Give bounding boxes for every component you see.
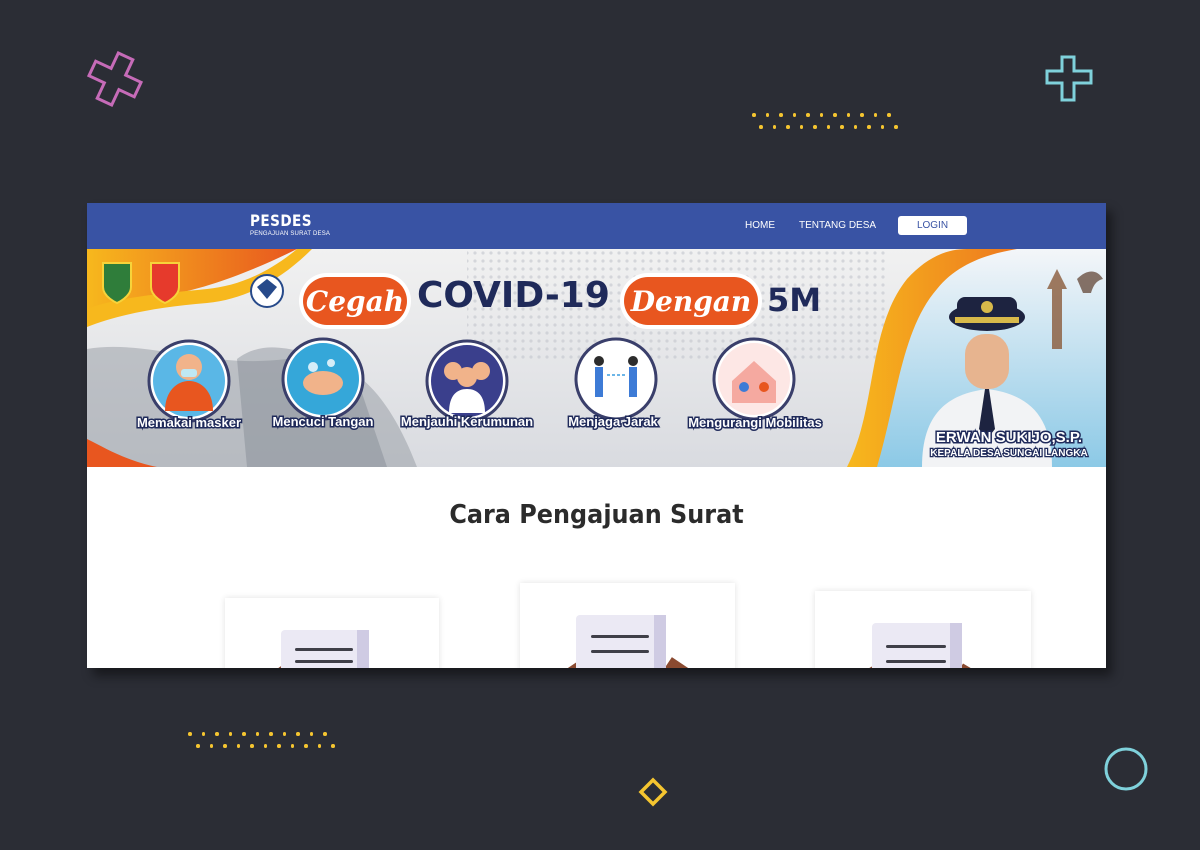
headline-covid: COVID-19 xyxy=(417,275,610,316)
official-name: ERWAN SUKIJO,S.P. xyxy=(936,429,1082,446)
measure-cuci-tangan xyxy=(281,337,365,421)
dots-decoration-bottom-2 xyxy=(196,744,335,748)
nav-link-tentang-desa[interactable]: TENTANG DESA xyxy=(799,220,876,231)
website-screenshot: PESDES PENGAJUAN SURAT DESA HOME TENTANG… xyxy=(87,203,1106,668)
cyan-circle-decoration xyxy=(1104,747,1148,791)
document-icon xyxy=(278,630,369,668)
pink-cross-decoration xyxy=(86,50,144,108)
dots-decoration-top-2 xyxy=(759,125,898,129)
step-card-2[interactable] xyxy=(520,583,735,668)
brand-subtitle: PENGAJUAN SURAT DESA xyxy=(250,231,331,237)
measure-label-masker: Memakai masker xyxy=(137,415,241,430)
cyan-cross-decoration xyxy=(1045,55,1093,102)
measure-label-cuci-tangan: Mencuci Tangan xyxy=(273,414,374,429)
dots-decoration-top xyxy=(752,113,891,117)
headline-dengan: Dengan xyxy=(630,285,752,318)
nav-link-home[interactable]: HOME xyxy=(745,220,775,231)
navbar: PESDES PENGAJUAN SURAT DESA HOME TENTANG… xyxy=(87,203,1106,249)
section-title: Cara Pengajuan Surat xyxy=(449,500,744,530)
brand-name: PESDES xyxy=(250,211,312,230)
yellow-diamond-decoration xyxy=(638,777,668,807)
headline-5m: 5M xyxy=(767,281,821,319)
measure-label-kerumunan: Menjauhi Kerumunan xyxy=(401,414,533,429)
measure-masker xyxy=(147,339,231,423)
headline-cegah: Cegah xyxy=(306,285,404,318)
measure-jaga-jarak xyxy=(574,337,658,421)
measure-mobilitas xyxy=(712,337,796,421)
step-card-3[interactable] xyxy=(815,591,1031,668)
measure-label-mobilitas: Mengurangi Mobilitas xyxy=(688,415,822,430)
covid-banner: Cegah COVID-19 Dengan 5M Memakai masker … xyxy=(87,249,1106,467)
measure-label-jaga-jarak: Menjaga Jarak xyxy=(568,414,658,429)
step-card-1[interactable] xyxy=(225,598,439,668)
login-button[interactable]: LOGIN xyxy=(898,216,967,235)
covid-task-force-logo xyxy=(250,274,284,308)
brand-logo[interactable]: PESDES PENGAJUAN SURAT DESA xyxy=(250,211,331,238)
measure-kerumunan xyxy=(425,339,509,423)
document-icon xyxy=(567,615,689,668)
official-title: KEPALA DESA SUNGAI LANGKA xyxy=(930,448,1087,459)
document-icon xyxy=(869,623,971,668)
dots-decoration-bottom xyxy=(188,732,327,736)
